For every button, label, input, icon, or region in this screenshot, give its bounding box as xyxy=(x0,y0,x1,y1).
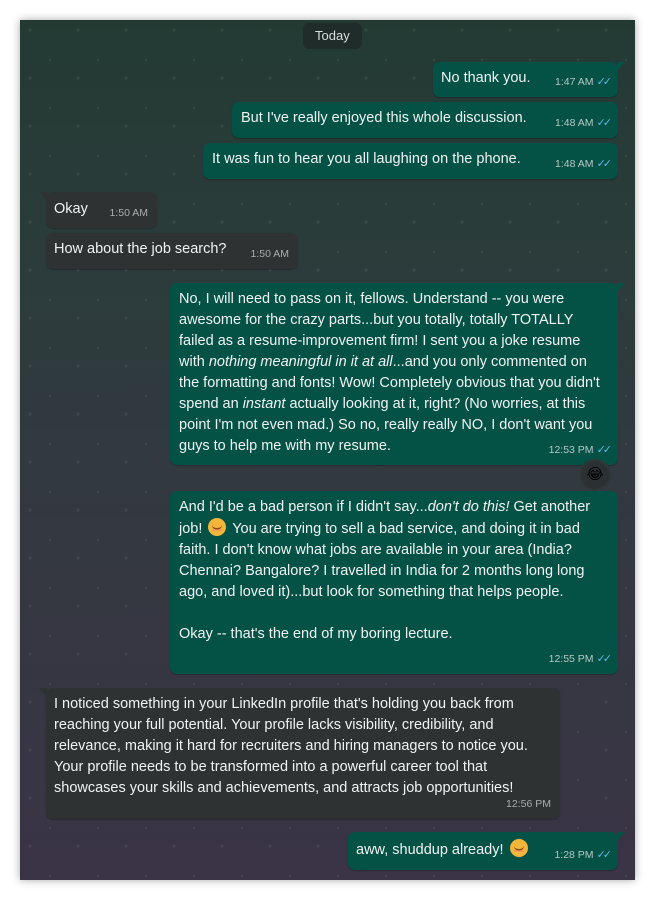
message-time: 1:47 AM xyxy=(555,76,594,88)
double-check-icon: ✓✓ xyxy=(596,653,613,665)
message-bubble-outgoing[interactable]: But I've really enjoyed this whole discu… xyxy=(232,102,618,138)
date-divider: Today xyxy=(303,23,362,49)
double-check-icon: ✓✓ xyxy=(596,158,613,170)
message-time: 1:48 AM xyxy=(555,158,594,170)
smiling-face-emoji xyxy=(509,839,528,857)
message-time: 12:53 PM xyxy=(548,444,594,456)
smiling-face-emoji xyxy=(208,518,227,536)
message-bubble-outgoing[interactable]: And I'd be a bad person if I didn't say.… xyxy=(170,491,618,674)
message-text: And I'd be a bad person if I didn't say.… xyxy=(179,499,591,600)
message-meta: 1:47 AM ✓✓ xyxy=(555,72,613,93)
reaction-badge[interactable]: 😂 xyxy=(581,461,609,489)
message-meta: 1:28 PM ✓✓ xyxy=(554,845,613,866)
message-time: 1:50 AM xyxy=(109,207,148,219)
tears-of-joy-emoji: 😂 xyxy=(586,466,604,483)
message-meta: 1:48 AM ✓✓ xyxy=(555,154,613,175)
message-meta: 12:55 PM ✓✓ xyxy=(548,649,613,670)
message-bubble-outgoing[interactable]: No, I will need to pass on it, fellows. … xyxy=(170,283,625,465)
message-text: I noticed something in your LinkedIn pro… xyxy=(54,696,528,796)
message-meta: 12:53 PM ✓✓ xyxy=(548,440,613,461)
message-bubble-outgoing[interactable]: It was fun to hear you all laughing on t… xyxy=(203,143,618,179)
message-time: 1:50 AM xyxy=(250,248,289,260)
message-text: It was fun to hear you all laughing on t… xyxy=(212,151,521,167)
double-check-icon: ✓✓ xyxy=(596,76,613,88)
message-meta: 1:48 AM ✓✓ xyxy=(555,113,613,134)
message-bubble-incoming[interactable]: I noticed something in your LinkedIn pro… xyxy=(39,688,560,819)
message-bubble-incoming[interactable]: How about the job search? 1:50 AM xyxy=(46,233,298,269)
message-time: 1:48 AM xyxy=(555,117,594,129)
double-check-icon: ✓✓ xyxy=(596,849,613,861)
message-bubble-outgoing[interactable]: aww, shuddup already! 1:28 PM ✓✓ xyxy=(348,832,625,870)
message-bubble-incoming[interactable]: Okay 1:50 AM xyxy=(39,192,157,228)
message-time: 1:28 PM xyxy=(554,849,594,861)
message-bubble-outgoing[interactable]: No thank you. 1:47 AM ✓✓ xyxy=(433,62,625,97)
message-time: 12:56 PM xyxy=(506,798,551,810)
message-time: 12:55 PM xyxy=(548,653,594,665)
chat-window: Today No thank you. 1:47 AM ✓✓ But I've r… xyxy=(20,20,635,880)
message-text: No, I will need to pass on it, fellows. … xyxy=(179,291,600,454)
double-check-icon: ✓✓ xyxy=(596,117,613,129)
message-text: But I've really enjoyed this whole discu… xyxy=(241,110,527,126)
double-check-icon: ✓✓ xyxy=(596,444,613,456)
message-text-closing: Okay -- that's the end of my boring lect… xyxy=(179,626,453,642)
